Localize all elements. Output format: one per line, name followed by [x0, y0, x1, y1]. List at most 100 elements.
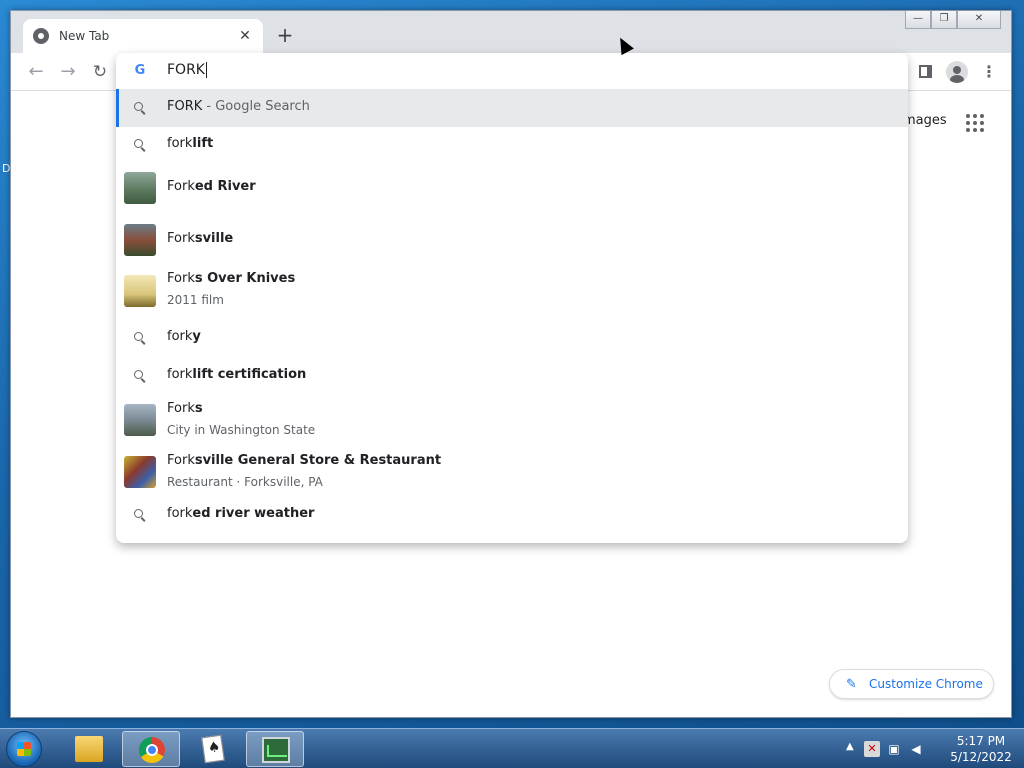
taskbar: ▲ ✕ ▣ ◀ 5:17 PM 5/12/2022 — [0, 728, 1024, 768]
search-icon — [133, 331, 147, 345]
system-clock[interactable]: 5:17 PM 5/12/2022 — [946, 733, 1016, 765]
clock-date: 5/12/2022 — [950, 750, 1012, 764]
omnibox-suggestion[interactable]: Forksville — [116, 215, 908, 265]
chrome-icon — [139, 737, 165, 763]
volume-icon[interactable]: ◀ — [908, 741, 924, 757]
back-button[interactable]: ← — [25, 61, 47, 83]
suggestion-thumbnail — [124, 404, 156, 436]
omnibox-input-row[interactable]: G FORK — [116, 53, 908, 89]
search-icon — [133, 508, 147, 522]
task-manager-icon — [262, 737, 290, 763]
omnibox-suggestion[interactable]: forky — [116, 319, 908, 357]
action-center-flag-icon[interactable]: ✕ — [864, 741, 880, 757]
suggestion-thumbnail — [124, 224, 156, 256]
chrome-favicon-icon — [33, 28, 49, 44]
suggestion-typed-part: Fork — [167, 231, 195, 246]
suggestion-typed-part: Fork — [167, 179, 195, 194]
suggestion-typed-part: fork — [167, 136, 193, 151]
search-icon — [133, 138, 147, 152]
suggestion-completion: y — [192, 329, 201, 344]
omnibox-dropdown: G FORK FORK - Google Search forklift Forke… — [116, 53, 908, 543]
suggestion-text: FORK - Google Search — [167, 99, 310, 114]
suggestion-completion: ed river weather — [192, 506, 315, 521]
chrome-menu-button[interactable]: ⋮ — [978, 61, 1000, 83]
suggestion-suffix: - Google Search — [202, 99, 310, 114]
suggestion-description: Restaurant · Forksville, PA — [167, 475, 323, 489]
omnibox-suggestion[interactable]: Forksville General Store & Restaurant Res… — [116, 447, 908, 497]
show-hidden-icons-button[interactable]: ▲ — [846, 741, 854, 752]
search-icon — [133, 101, 147, 115]
suggestion-text: Forks — [167, 401, 203, 416]
minimize-button[interactable]: — — [905, 11, 931, 29]
tab-strip: New Tab ✕ + — ❐ ✕ — [11, 11, 1011, 53]
suggestion-typed-part: Fork — [167, 401, 195, 416]
suggestion-typed-part: fork — [167, 506, 193, 521]
solitaire-icon — [201, 734, 225, 764]
google-g-icon: G — [134, 63, 146, 78]
suggestion-text: forklift certification — [167, 367, 306, 382]
suggestion-typed-part: fork — [167, 367, 193, 382]
restore-button[interactable]: ❐ — [931, 11, 957, 29]
omnibox-suggestion[interactable]: Forks City in Washington State — [116, 395, 908, 445]
new-tab-button[interactable]: + — [273, 24, 297, 48]
customize-chrome-label: Customize Chrome — [869, 677, 983, 691]
suggestion-thumbnail — [124, 275, 156, 307]
suggestion-thumbnail — [124, 456, 156, 488]
omnibox-suggestion[interactable]: Forks Over Knives 2011 film — [116, 265, 908, 317]
suggestion-completion: sville — [194, 231, 234, 246]
suggestion-typed-part: FORK — [167, 99, 203, 114]
suggestion-typed-part: fork — [167, 329, 193, 344]
text-caret — [205, 62, 207, 78]
suggestion-typed-part: Fork — [167, 271, 195, 286]
google-apps-icon[interactable] — [966, 114, 984, 132]
suggestion-completion: s Over Knives — [194, 271, 296, 286]
suggestion-text: forked river weather — [167, 506, 314, 521]
suggestion-typed-part: Fork — [167, 453, 195, 468]
suggestion-text: forklift — [167, 136, 213, 151]
omnibox-input-text: FORK — [167, 62, 205, 78]
taskbar-solitaire[interactable] — [184, 731, 242, 767]
suggestion-text: Forks Over Knives — [167, 271, 295, 286]
suggestion-completion: ed River — [194, 179, 256, 194]
images-link[interactable]: mages — [903, 113, 947, 128]
taskbar-task-manager[interactable] — [246, 731, 304, 767]
tab-new-tab[interactable]: New Tab ✕ — [23, 19, 263, 53]
suggestion-completion: lift certification — [192, 367, 307, 382]
suggestion-text: forky — [167, 329, 201, 344]
suggestion-text: Forked River — [167, 179, 256, 194]
omnibox-suggestion[interactable]: forked river weather — [116, 497, 908, 533]
suggestion-completion: lift — [192, 136, 214, 151]
omnibox-suggestion[interactable]: forklift certification — [116, 357, 908, 395]
suggestion-completion: s — [194, 401, 203, 416]
tab-close-icon[interactable]: ✕ — [237, 28, 253, 44]
side-panel-icon — [918, 65, 932, 78]
system-tray: ▲ ✕ ▣ ◀ 5:17 PM 5/12/2022 — [840, 729, 1024, 768]
reload-button[interactable]: ↻ — [89, 61, 111, 83]
tab-title: New Tab — [59, 29, 110, 43]
suggestion-description: City in Washington State — [167, 423, 316, 437]
file-explorer-icon — [75, 736, 103, 762]
customize-chrome-button[interactable]: ✎ Customize Chrome — [829, 669, 994, 699]
omnibox-input[interactable]: FORK — [167, 62, 767, 78]
profile-icon — [946, 61, 968, 83]
search-icon — [133, 369, 147, 383]
omnibox-suggestion[interactable]: forklift — [116, 127, 908, 163]
network-icon[interactable]: ▣ — [886, 741, 902, 757]
start-button[interactable] — [6, 731, 42, 767]
clock-time: 5:17 PM — [956, 734, 1006, 748]
suggestion-text: Forksville — [167, 231, 233, 246]
side-panel-button[interactable] — [914, 61, 936, 83]
close-window-button[interactable]: ✕ — [957, 11, 1001, 29]
window-controls: — ❐ ✕ — [905, 11, 1001, 29]
suggestion-thumbnail — [124, 172, 156, 204]
taskbar-explorer[interactable] — [60, 731, 118, 767]
suggestion-text: Forksville General Store & Restaurant — [167, 453, 441, 468]
suggestion-completion: sville General Store & Restaurant — [194, 453, 442, 468]
pencil-icon: ✎ — [846, 676, 857, 692]
suggestion-description: 2011 film — [167, 293, 224, 307]
taskbar-chrome[interactable] — [122, 731, 180, 767]
omnibox-suggestion[interactable]: FORK - Google Search — [116, 89, 908, 127]
omnibox-suggestion[interactable]: Forked River — [116, 163, 908, 213]
profile-button[interactable] — [946, 61, 968, 83]
forward-button[interactable]: → — [57, 61, 79, 83]
